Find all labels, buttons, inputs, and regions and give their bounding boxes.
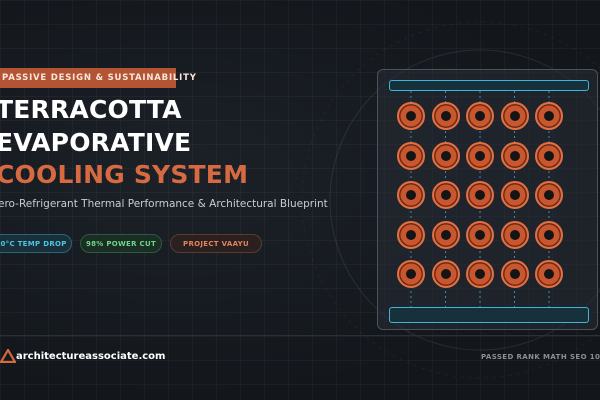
terracotta-pot — [500, 260, 529, 288]
terracotta-pot — [466, 181, 494, 209]
terracotta-pot — [466, 141, 494, 170]
terracotta-pot — [466, 220, 494, 249]
terracotta-pot — [500, 220, 529, 249]
terracotta-pot — [500, 181, 529, 209]
terracotta-pot — [535, 141, 563, 170]
terracotta-pot — [431, 141, 460, 170]
terracotta-pot — [500, 102, 529, 130]
terracotta-pot — [397, 181, 425, 209]
terracotta-pot — [535, 181, 563, 209]
terracotta-pot — [500, 141, 529, 170]
footer-divider — [0, 335, 600, 336]
terracotta-pot — [431, 220, 460, 249]
terracotta-pot — [535, 102, 563, 130]
terracotta-pot — [535, 260, 563, 288]
terracotta-pot — [397, 141, 425, 170]
hero-banner: PASSIVE DESIGN & SUSTAINABILITY TERRACOT… — [0, 0, 600, 400]
terracotta-pot — [397, 220, 425, 249]
terracotta-pot — [466, 102, 494, 130]
terracotta-pot — [431, 260, 460, 288]
seo-note: PASSED RANK MATH SEO 100/1 — [481, 353, 600, 361]
logo-triangle-icon — [0, 349, 16, 363]
terracotta-pot — [535, 220, 563, 249]
terracotta-pot — [431, 181, 460, 209]
terracotta-pot — [397, 102, 425, 130]
terracotta-pot — [397, 260, 425, 288]
terracotta-pot — [431, 102, 460, 130]
terracotta-pot — [466, 260, 494, 288]
site-link[interactable]: architectureassociate.com — [16, 351, 165, 362]
